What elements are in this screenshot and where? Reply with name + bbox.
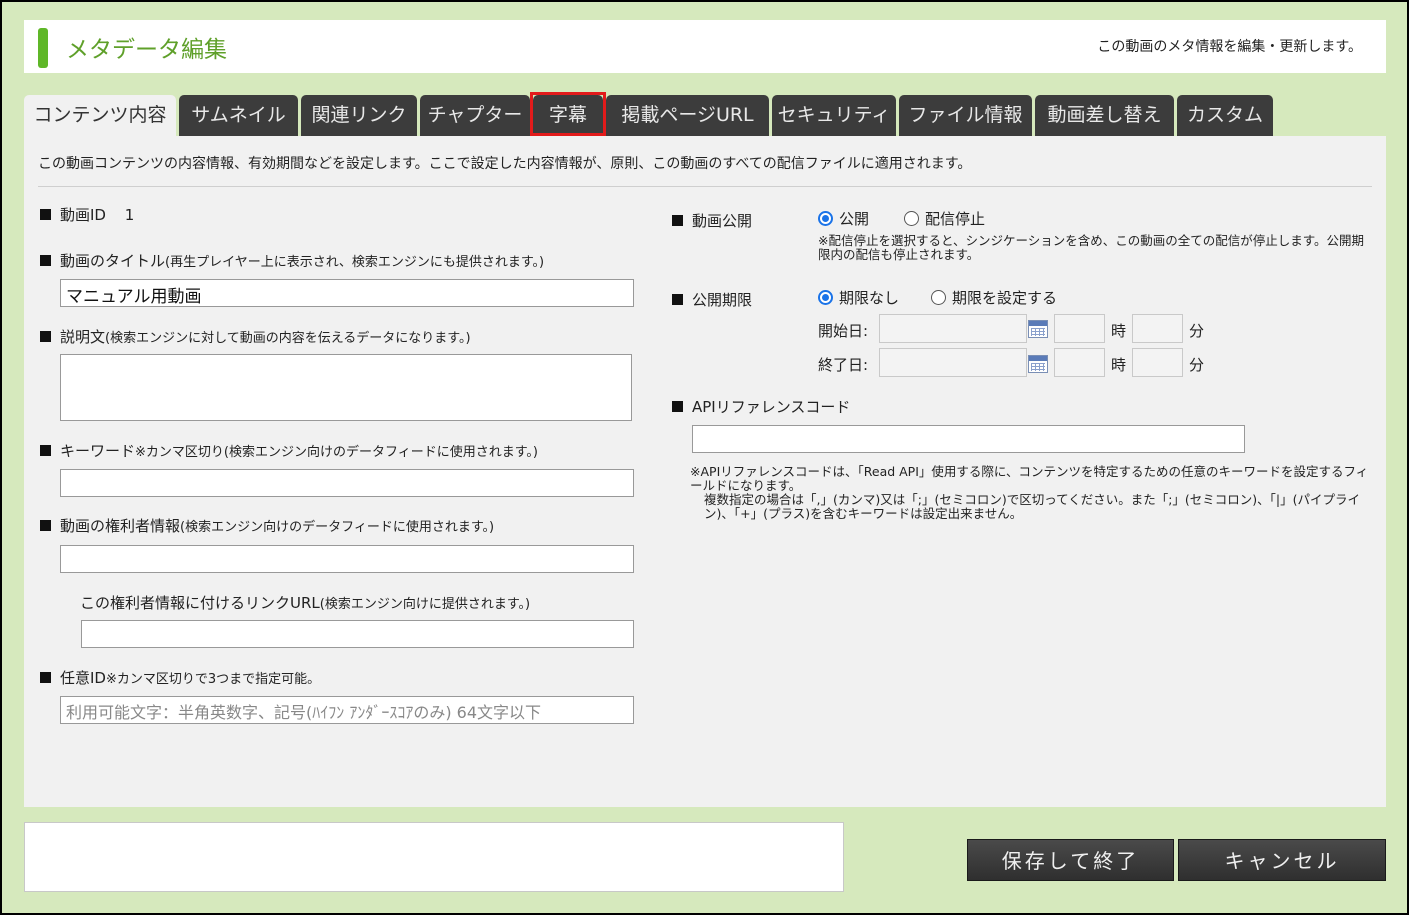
title-label: 動画のタイトル(再生プレイヤー上に表示され、検索エンジンにも提供されます。): [40, 250, 544, 271]
publish-label-text: 動画公開: [692, 212, 753, 230]
tab-thumbnail[interactable]: サムネイル: [179, 95, 298, 136]
bullet-square: [40, 331, 51, 342]
period-option-set-label: 期限を設定する: [952, 289, 1058, 307]
bullet-square: [40, 445, 51, 456]
api-ref-label: APIリファレンスコード: [672, 396, 850, 417]
radio-unchecked-icon: [931, 290, 946, 305]
api-ref-note-1: ※APIリファレンスコードは、「Read API」使用する際に、コンテンツを特定…: [690, 464, 1369, 493]
tab-related-links[interactable]: 関連リンク: [301, 95, 417, 136]
video-id-label: 動画ID 1: [40, 204, 134, 225]
rights-label-sub: (検索エンジン向けのデータフィードに使用されます。): [180, 520, 495, 535]
bullet-square: [40, 520, 51, 531]
rights-link-label-sub: (検索エンジン向けに提供されます。): [319, 597, 531, 612]
period-radio-none[interactable]: 期限なし: [818, 287, 899, 308]
start-date-input[interactable]: [879, 314, 1027, 343]
tab-publish-page-url[interactable]: 掲載ページURL: [606, 95, 769, 136]
end-minute-input[interactable]: [1132, 348, 1183, 377]
bullet-square: [40, 209, 51, 220]
content-panel: この動画コンテンツの内容情報、有効期間などを設定します。ここで設定した内容情報が…: [24, 136, 1386, 807]
panel-intro: この動画コンテンツの内容情報、有効期間などを設定します。ここで設定した内容情報が…: [38, 156, 972, 172]
page-title: メタデータ編集: [66, 37, 227, 63]
end-hour-input[interactable]: [1054, 348, 1105, 377]
publish-note: ※配信停止を選択すると、シンジケーションを含め、この動画の全ての配信が停止します…: [818, 233, 1364, 262]
cancel-button[interactable]: キャンセル: [1178, 839, 1386, 881]
description-textarea[interactable]: [60, 354, 632, 421]
bullet-square: [40, 672, 51, 683]
keywords-input[interactable]: [60, 469, 634, 497]
video-id-value: 1: [124, 206, 135, 224]
bullet-square: [40, 255, 51, 266]
keywords-label: キーワード※カンマ区切り(検索エンジン向けのデータフィードに使用されます。): [40, 440, 538, 461]
bullet-square: [672, 215, 683, 226]
api-ref-label-text: APIリファレンスコード: [692, 398, 851, 416]
title-label-sub: (再生プレイヤー上に表示され、検索エンジンにも提供されます。): [165, 255, 545, 270]
radio-unchecked-icon: [904, 211, 919, 226]
custom-id-label: 任意ID※カンマ区切りで3つまで指定可能。: [40, 667, 320, 688]
page-header: メタデータ編集 この動画のメタ情報を編集・更新します。: [24, 20, 1386, 73]
rights-label-text: 動画の権利者情報: [60, 517, 181, 535]
period-option-none-label: 期限なし: [839, 289, 900, 307]
save-and-close-button[interactable]: 保存して終了: [967, 839, 1174, 881]
message-area: [24, 822, 844, 892]
title-label-text: 動画のタイトル: [60, 252, 166, 270]
period-radio-set[interactable]: 期限を設定する: [931, 287, 1057, 308]
start-hour-label: 時: [1111, 322, 1127, 340]
start-minute-label: 分: [1189, 322, 1205, 340]
rights-label: 動画の権利者情報(検索エンジン向けのデータフィードに使用されます。): [40, 515, 494, 536]
start-minute-input[interactable]: [1132, 314, 1183, 343]
rights-link-label-text: この権利者情報に付けるリンクURL: [80, 594, 320, 612]
publish-option-public-label: 公開: [839, 210, 870, 228]
bullet-square: [672, 294, 683, 305]
calendar-icon[interactable]: [1028, 320, 1048, 338]
title-input[interactable]: マニュアル用動画: [60, 279, 634, 307]
tab-subtitles[interactable]: 字幕: [533, 95, 603, 136]
description-label: 説明文(検索エンジンに対して動画の内容を伝えるデータになります。): [40, 326, 471, 347]
radio-checked-icon: [818, 290, 833, 305]
keywords-label-sub: ※カンマ区切り(検索エンジン向けのデータフィードに使用されます。): [135, 445, 538, 460]
tab-custom[interactable]: カスタム: [1177, 95, 1273, 136]
video-id-label-text: 動画ID: [60, 206, 106, 224]
period-label: 公開期限: [672, 289, 752, 310]
tab-contents[interactable]: コンテンツ内容: [24, 95, 176, 137]
rights-link-label: この権利者情報に付けるリンクURL(検索エンジン向けに提供されます。): [80, 592, 530, 613]
api-ref-input[interactable]: [692, 425, 1245, 453]
description-label-sub: (検索エンジンに対して動画の内容を伝えるデータになります。): [105, 331, 471, 346]
end-date-input[interactable]: [879, 348, 1027, 377]
rights-link-input[interactable]: [81, 620, 634, 648]
tab-chapters[interactable]: チャプター: [420, 95, 530, 136]
end-hour-label: 時: [1111, 356, 1127, 374]
intro-divider: [38, 186, 1372, 187]
api-ref-note-2: 複数指定の場合は「,」(カンマ)又は「;」(セミコロン)で区切ってください。また…: [704, 492, 1360, 521]
tab-file-info[interactable]: ファイル情報: [899, 95, 1032, 136]
start-date-label: 開始日:: [818, 322, 869, 340]
tab-video-replace[interactable]: 動画差し替え: [1035, 95, 1174, 136]
custom-id-label-sub: ※カンマ区切りで3つまで指定可能。: [105, 672, 321, 687]
custom-id-label-text: 任意ID: [60, 669, 106, 687]
rights-input[interactable]: [60, 545, 634, 573]
period-label-text: 公開期限: [692, 291, 753, 309]
start-hour-input[interactable]: [1054, 314, 1105, 343]
bullet-square: [672, 401, 683, 412]
radio-checked-icon: [818, 211, 833, 226]
keywords-label-text: キーワード: [60, 442, 136, 460]
end-minute-label: 分: [1189, 356, 1205, 374]
page-description: この動画のメタ情報を編集・更新します。: [1097, 39, 1362, 55]
publish-radio-stop[interactable]: 配信停止: [904, 208, 985, 229]
publish-label: 動画公開: [672, 210, 752, 231]
publish-radio-public[interactable]: 公開: [818, 208, 869, 229]
end-date-label: 終了日:: [818, 356, 869, 374]
custom-id-input[interactable]: 利用可能文字：半角英数字、記号(ﾊｲﾌﾝ ｱﾝﾀﾞｰｽｺｱのみ) 64文字以下: [60, 696, 634, 724]
description-label-text: 説明文: [60, 328, 106, 346]
publish-option-stop-label: 配信停止: [925, 210, 986, 228]
tab-security[interactable]: セキュリティ: [772, 95, 896, 136]
header-accent-bar: [38, 28, 48, 68]
calendar-icon[interactable]: [1028, 355, 1048, 373]
